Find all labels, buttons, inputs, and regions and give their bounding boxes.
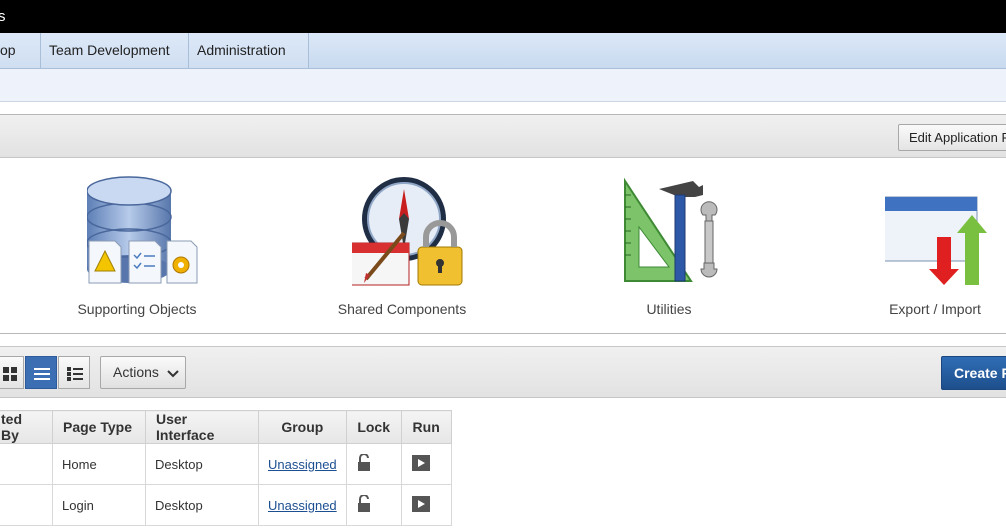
column-header-group[interactable]: Group (258, 410, 347, 444)
cell-run (400, 484, 452, 526)
group-link[interactable]: Unassigned (268, 457, 337, 472)
compass-icon (352, 177, 463, 286)
application-region: Edit Application P Supporting Objects Sh… (0, 114, 1006, 334)
region-header: Edit Application P (0, 115, 1006, 158)
cell-page-type: Home (52, 443, 146, 485)
column-header-run[interactable]: Run (400, 410, 452, 444)
tools-icon (624, 177, 718, 282)
cell-updated-by (0, 484, 53, 526)
cell-page-type: Login (52, 484, 146, 526)
cell-group: Unassigned (258, 443, 347, 485)
group-link[interactable]: Unassigned (268, 498, 337, 513)
table-header-row: ted By Page Type User Interface Group Lo… (0, 410, 452, 444)
tab-desktop[interactable]: op (0, 33, 41, 91)
create-page-button[interactable]: Create P (941, 356, 1006, 390)
export-import-icon (885, 196, 987, 285)
pages-report-table: ted By Page Type User Interface Group Lo… (0, 410, 452, 526)
tab-label: Administration (197, 42, 286, 58)
cell-group: Unassigned (258, 484, 347, 526)
detail-view-icon (67, 367, 83, 381)
column-header-user-interface[interactable]: User Interface (145, 410, 259, 444)
cell-user-interface: Desktop (145, 443, 259, 485)
table-row: Home Desktop Unassigned (0, 443, 452, 485)
edit-application-properties-button[interactable]: Edit Application P (898, 124, 1006, 151)
column-header-updated-by[interactable]: ted By (0, 410, 53, 444)
actions-menu-button[interactable]: Actions (100, 356, 186, 389)
app-title: s (0, 8, 6, 25)
unlock-icon[interactable] (356, 452, 374, 472)
cell-lock (345, 443, 402, 485)
database-icon (87, 176, 198, 284)
list-view-button[interactable] (25, 356, 57, 389)
tile-label: Utilities (646, 301, 692, 317)
run-icon[interactable] (411, 454, 431, 472)
list-view-icon (34, 368, 50, 380)
report-toolbar: Actions Create P (0, 346, 1006, 398)
main-nav: op Team Development Administration (0, 33, 1006, 91)
tab-team-development[interactable]: Team Development (41, 33, 189, 91)
column-header-page-type[interactable]: Page Type (52, 410, 146, 444)
breadcrumb-bar (0, 69, 1006, 102)
chevron-down-icon (167, 370, 179, 378)
cell-run (400, 443, 452, 485)
app-header: s (0, 0, 1006, 33)
cell-lock (345, 484, 402, 526)
grid-view-icon (3, 367, 17, 381)
cell-user-interface: Desktop (145, 484, 259, 526)
run-icon[interactable] (411, 495, 431, 513)
tile-label: Supporting Objects (77, 301, 197, 317)
tile-label: Export / Import (889, 301, 981, 317)
column-header-lock[interactable]: Lock (345, 410, 402, 444)
tab-label: op (0, 42, 16, 58)
tile-label: Shared Components (337, 301, 467, 317)
detail-view-button[interactable] (58, 356, 90, 389)
actions-label: Actions (113, 364, 159, 380)
grid-view-button[interactable] (0, 356, 24, 389)
unlock-icon[interactable] (356, 493, 374, 513)
table-row: Login Desktop Unassigned (0, 484, 452, 526)
tab-label: Team Development (49, 42, 170, 58)
cell-updated-by (0, 443, 53, 485)
tab-administration[interactable]: Administration (189, 33, 309, 91)
